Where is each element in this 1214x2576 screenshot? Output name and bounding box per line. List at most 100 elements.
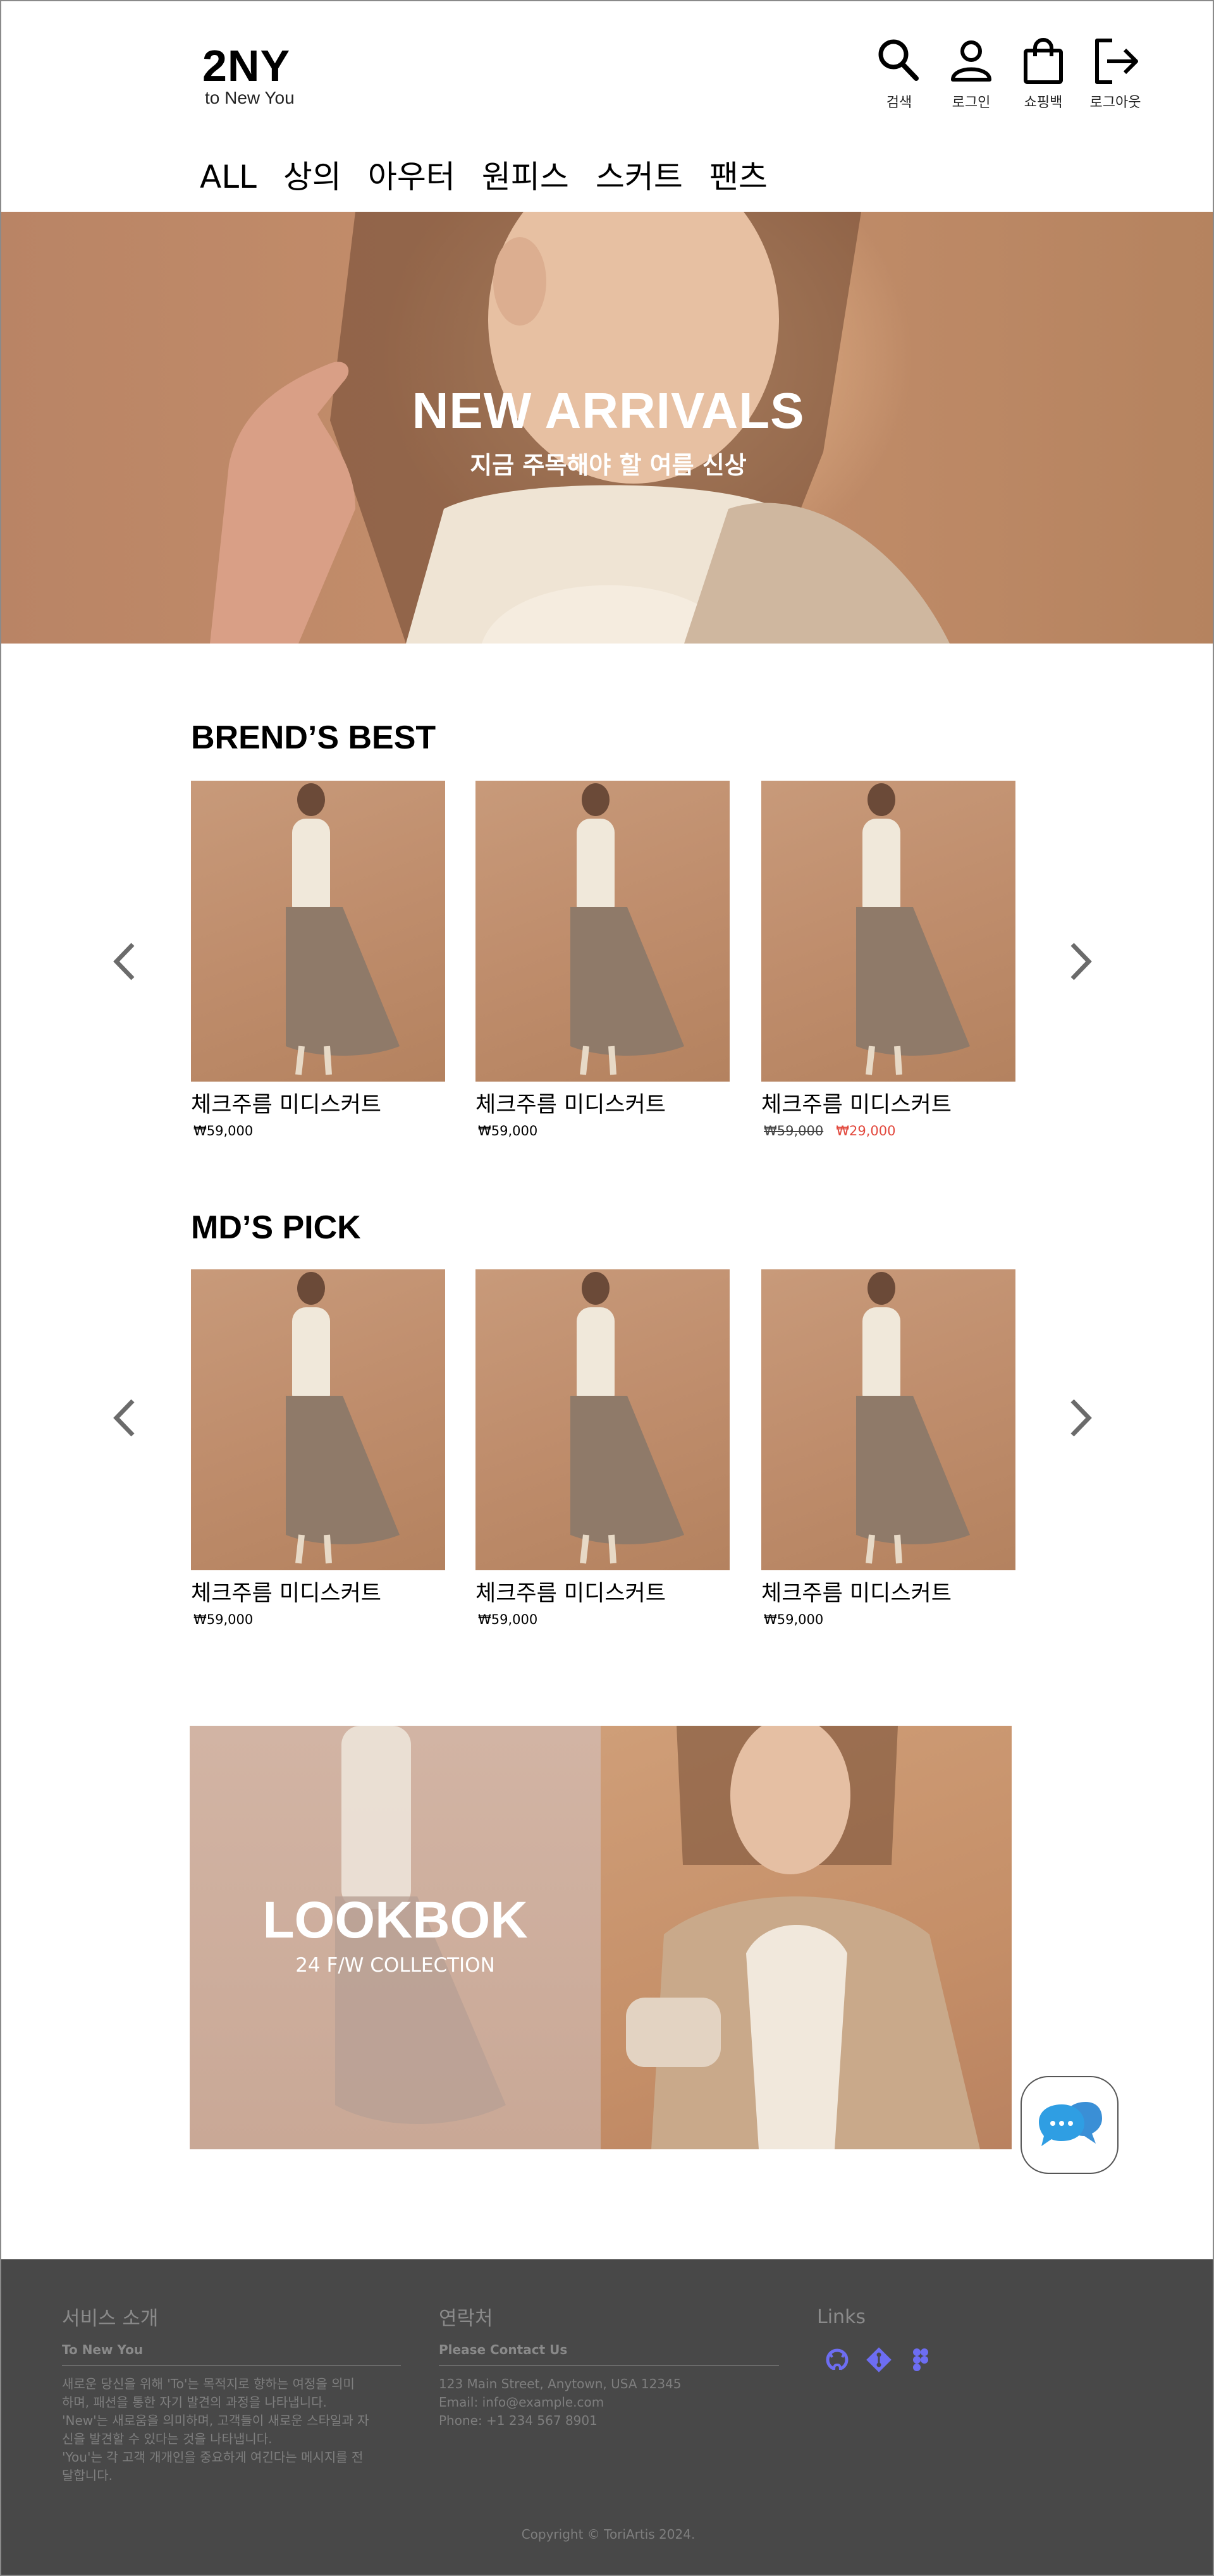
nav-item-outer[interactable]: 아우터 [368,158,455,196]
lookbook-text: LOOKBOK 24 F/W COLLECTION [190,1892,601,1977]
category-nav: ALL 상의 아우터 원피스 스커트 팬츠 [200,158,768,196]
logo[interactable]: 2NY to New You [202,43,295,107]
footer-about-subtitle: To New You [62,2342,401,2366]
hero-subtitle: 지금 주목해야 할 여름 신상 [470,451,747,479]
nav-item-all[interactable]: ALL [200,158,257,196]
product-image [191,1269,445,1570]
login-label: 로그인 [952,95,991,111]
nav-item-skirt[interactable]: 스커트 [596,158,683,196]
footer-about-line: 'You'는 각 고객 개개인을 중요하게 여긴다는 메시지를 전 [62,2450,364,2465]
footer-about-line: 하며, 패션을 통한 자기 발견의 과정을 나타냅니다. [62,2395,327,2410]
chevron-right-icon [1070,1399,1092,1437]
chevron-right-icon [1070,943,1092,980]
shopping-bag-label: 쇼핑백 [1024,95,1063,111]
chevron-left-icon [113,943,135,980]
lookbook-title: LOOKBOK [262,1891,528,1949]
user-icon [951,40,991,82]
product-card[interactable]: 체크주름 미디스커트 ₩59,000 [475,1269,730,1627]
product-name: 체크주름 미디스커트 [475,1092,666,1118]
product-model-image [286,783,400,1075]
logo-tagline: to New You [205,88,295,107]
footer-phone: Phone: +1 234 567 8901 [439,2413,598,2428]
product-price: ₩59,000 [764,1612,824,1627]
chat-button[interactable] [1021,2076,1119,2174]
product-image [475,781,730,1082]
product-image [475,1269,730,1570]
best-section-title: BREND’S BEST [191,719,436,756]
footer-about-line: 'New'는 새로움을 의미하며, 고객들이 새로운 스타일과 자 [62,2413,369,2428]
product-card[interactable]: 체크주름 미디스커트 ₩59,000 [475,781,730,1138]
product-price: ₩59,000 [478,1123,538,1138]
hero-banner[interactable]: NEW ARRIVALS 지금 주목해야 할 여름 신상 [1,212,1213,644]
product-name: 체크주름 미디스커트 [761,1581,952,1606]
hero-title: NEW ARRIVALS [412,382,805,439]
nav-item-pants[interactable]: 팬츠 [709,158,768,196]
chat-bubble-icon [1038,2101,1102,2146]
header-icons: 검색 로그인 쇼핑백 로그아웃 [871,34,1143,111]
git-icon[interactable] [865,2346,893,2374]
logout-button[interactable]: 로그아웃 [1088,34,1143,111]
footer-link-icons [823,2346,1070,2374]
footer-links: Links [817,2306,1070,2374]
copyright: Copyright © ToriArtis 2024. [521,2527,696,2542]
sale-price: ₩29,000 [836,1123,896,1138]
product-card[interactable]: 체크주름 미디스커트 ₩59,000 [761,1269,1015,1627]
footer-address: 123 Main Street, Anytown, USA 12345 [439,2376,682,2391]
search-button[interactable]: 검색 [871,34,927,111]
product-price: ₩59,000 [478,1612,538,1627]
footer-links-title: Links [817,2306,866,2328]
product-model-image [570,783,684,1075]
product-card[interactable]: 체크주름 미디스커트 ₩59,000 [191,781,445,1138]
nav-item-dress[interactable]: 원피스 [482,158,569,196]
hero-text: NEW ARRIVALS 지금 주목해야 할 여름 신상 [1,382,1213,480]
product-name: 체크주름 미디스커트 [475,1581,666,1606]
original-price: ₩59,000 [764,1123,824,1138]
product-image [761,781,1015,1082]
footer-about-title: 서비스 소개 [62,2307,159,2330]
product-card[interactable]: 체크주름 미디스커트 ₩59,000 ₩29,000 [761,781,1015,1138]
search-icon [878,39,919,81]
chevron-left-icon [113,1399,135,1437]
best-next-button[interactable] [1065,939,1096,984]
md-section-title: MD’S PICK [191,1209,361,1246]
md-next-button[interactable] [1065,1396,1096,1440]
product-image [191,781,445,1082]
lookbook-subtitle: 24 F/W COLLECTION [295,1954,495,1977]
nav-item-tops[interactable]: 상의 [283,158,341,196]
footer: 서비스 소개 To New You 새로운 당신을 위해 'To'는 목적지로 … [1,2259,1213,2575]
product-price: ₩59,000 [193,1123,254,1138]
footer-contact-title: 연락처 [439,2307,493,2330]
logo-text[interactable]: 2NY [202,43,295,89]
product-name: 체크주름 미디스커트 [191,1581,381,1606]
footer-about-line: 달합니다. [62,2468,113,2483]
product-model-image [856,783,970,1075]
product-name: 체크주름 미디스커트 [761,1092,952,1118]
product-model-image [856,1272,970,1564]
footer-about: 서비스 소개 To New You 새로운 당신을 위해 'To'는 목적지로 … [62,2302,401,2485]
github-icon[interactable] [823,2346,851,2374]
shopping-bag-button[interactable]: 쇼핑백 [1015,34,1071,111]
product-image [761,1269,1015,1570]
product-model-image [570,1272,684,1564]
product-model-image [286,1272,400,1564]
product-price: ₩59,000 ₩29,000 [764,1123,1015,1138]
lookbook-coat-model-image [626,1726,980,2149]
page: 2NY to New You 검색 로그인 쇼핑백 로그아웃 ALL 상의 아우… [0,0,1214,2576]
figma-icon[interactable] [907,2346,935,2374]
logout-icon [1095,39,1138,84]
footer-contact: 연락처 Please Contact Us 123 Main Street, A… [439,2302,779,2430]
product-card[interactable]: 체크주름 미디스커트 ₩59,000 [191,1269,445,1627]
shopping-bag-icon [1024,38,1063,84]
lookbook-banner[interactable]: LOOKBOK 24 F/W COLLECTION [190,1726,1012,2149]
footer-about-line: 새로운 당신을 위해 'To'는 목적지로 향하는 여정을 의미 [62,2376,355,2391]
lookbook-right-image [601,1726,1012,2149]
md-prev-button[interactable] [109,1396,140,1440]
best-prev-button[interactable] [109,939,140,984]
product-price: ₩59,000 [193,1612,254,1627]
login-button[interactable]: 로그인 [943,34,999,111]
footer-email: Email: info@example.com [439,2395,604,2410]
logout-label: 로그아웃 [1089,95,1141,111]
product-name: 체크주름 미디스커트 [191,1092,381,1118]
footer-contact-subtitle: Please Contact Us [439,2342,779,2366]
search-label: 검색 [886,95,912,111]
